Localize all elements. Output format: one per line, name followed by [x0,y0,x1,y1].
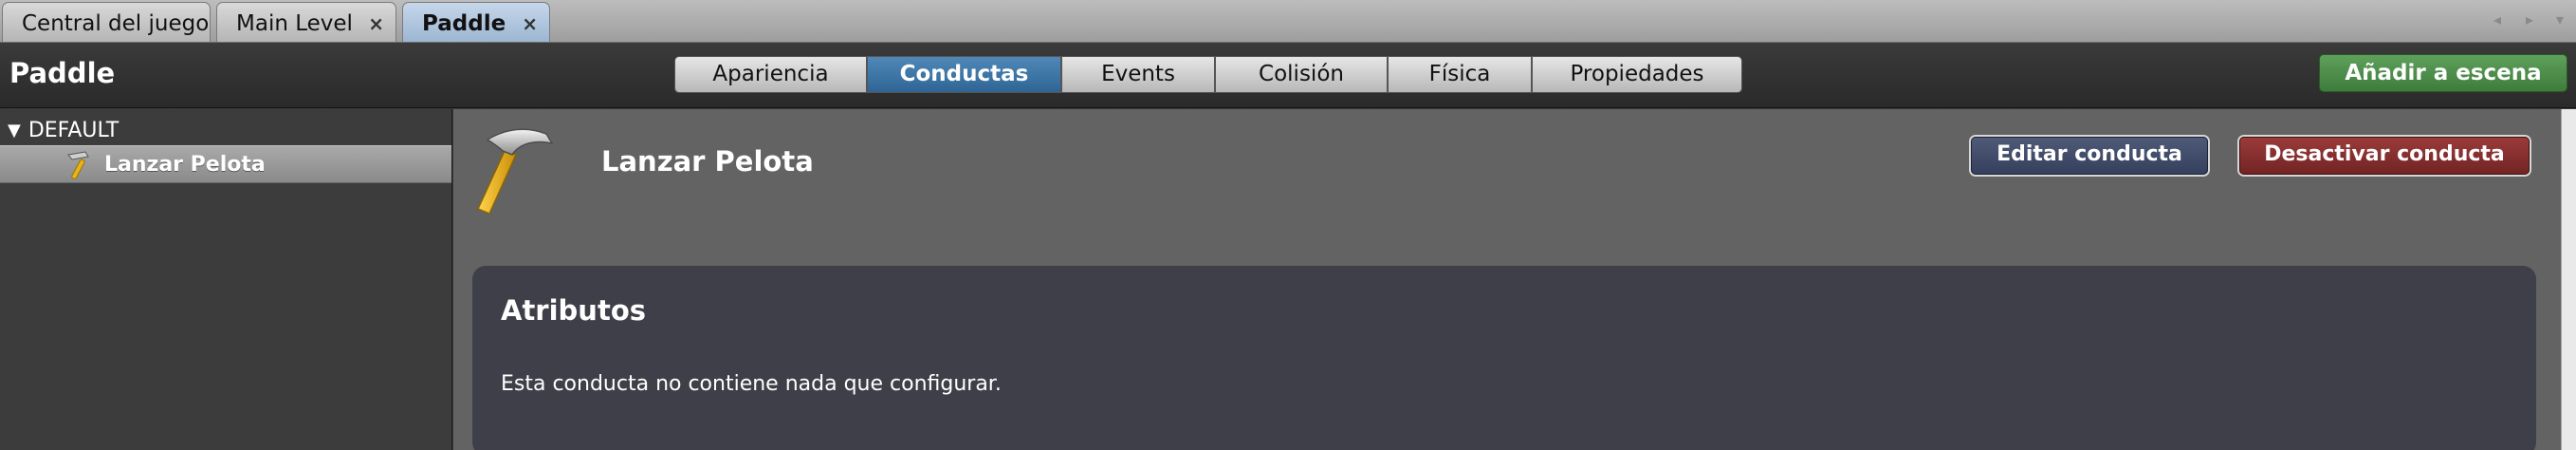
attributes-title: Atributos [501,294,647,327]
tab-conductas[interactable]: Conductas [867,56,1061,93]
add-to-scene-button[interactable]: Añadir a escena [2319,54,2567,92]
hammer-icon [476,128,554,215]
scroll-left-icon[interactable]: ◂ [2489,11,2506,28]
attributes-message: Esta conducta no contiene nada que confi… [501,372,1002,396]
tab-events[interactable]: Events [1061,56,1215,93]
scroll-right-icon[interactable]: ▸ [2521,11,2538,28]
behavior-label: Lanzar Pelota [104,153,266,177]
actor-toolbar: Paddle Apariencia Conductas Events Colis… [0,44,2576,108]
tab-apariencia[interactable]: Apariencia [674,56,867,93]
group-header-default[interactable]: ▼ DEFAULT [8,115,119,145]
doc-tab-main-level[interactable]: Main Level × [216,2,396,42]
tab-fisica[interactable]: Física [1388,56,1532,93]
doc-tab-label: Paddle [422,11,506,36]
hammer-icon [67,151,89,179]
doc-tab-central-del-juego[interactable]: Central del juego [2,2,211,42]
tab-list-dropdown-icon[interactable]: ▾ [2551,11,2568,28]
attributes-panel: Atributos Esta conducta no contiene nada… [472,266,2536,450]
doc-tab-label: Central del juego [22,11,210,36]
behavior-list-item[interactable]: Lanzar Pelota [0,145,451,183]
deactivate-behavior-button[interactable]: Desactivar conducta [2239,137,2530,175]
tab-colision[interactable]: Colisión [1215,56,1388,93]
behaviors-list-panel: ▼ DEFAULT Lanzar Pelota [0,109,452,450]
behavior-title: Lanzar Pelota [601,145,814,178]
doc-tab-label: Main Level [236,11,353,36]
edit-behavior-button[interactable]: Editar conducta [1971,137,2208,175]
behavior-detail-panel: Lanzar Pelota Editar conducta Desactivar… [453,109,2576,450]
disclosure-triangle-icon[interactable]: ▼ [8,121,21,141]
actor-title: Paddle [9,57,116,89]
group-label: DEFAULT [28,118,120,142]
close-icon[interactable]: × [522,12,538,35]
vertical-scrollbar[interactable] [2561,109,2576,450]
tab-propiedades[interactable]: Propiedades [1532,56,1742,93]
close-icon[interactable]: × [368,12,384,35]
app-window: Central del juego Main Level × Paddle × … [0,0,2576,450]
doc-tab-paddle[interactable]: Paddle × [402,2,550,42]
document-tab-strip: Central del juego Main Level × Paddle × … [0,0,2576,43]
